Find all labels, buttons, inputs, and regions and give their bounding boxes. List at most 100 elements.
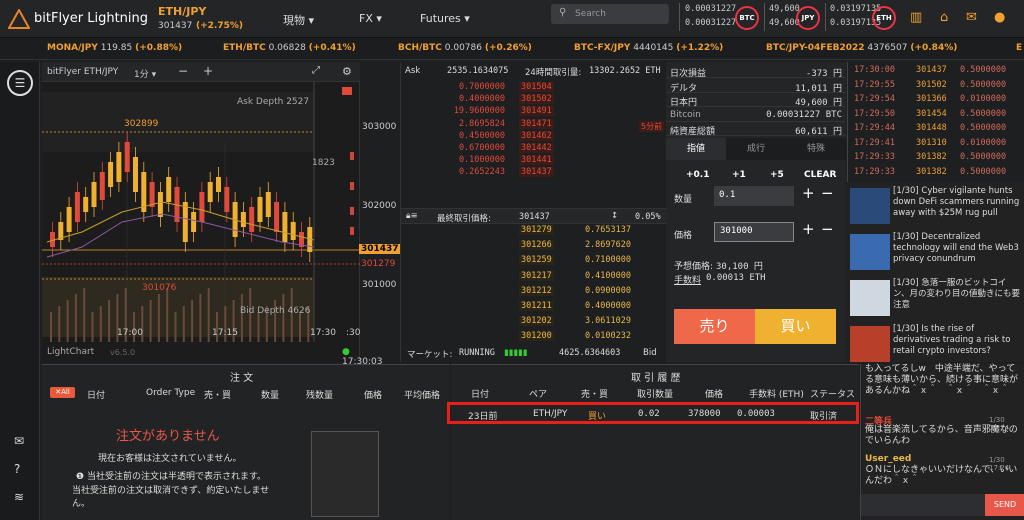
trade-row: 17:29:50 301454 0.5000000 — [854, 108, 1007, 119]
bid-row[interactable]: 301217 0.4100000 — [401, 270, 666, 283]
chart-icon[interactable]: ▥ — [910, 10, 922, 25]
jpy-rate: 49,600 49,600 — [764, 3, 800, 31]
nav-spot[interactable]: 現物 ▾ — [283, 12, 314, 28]
trade-row: 17:29:55 301502 0.5000000 — [854, 79, 1007, 90]
top-bar: bitFlyer Lightning ETH/JPY 301437 (+2.75… — [0, 0, 1024, 38]
mail-icon[interactable]: ✉ — [966, 10, 977, 25]
mail-icon[interactable]: ✉ — [14, 434, 24, 448]
bank-icon[interactable]: ⌂ — [940, 10, 948, 25]
bid-row[interactable]: 301202 3.0611029 — [401, 316, 666, 328]
ask-row[interactable]: 19.9600000 301491 — [401, 106, 666, 118]
volume-bar — [99, 306, 102, 342]
ticker-item[interactable]: BTC-FX/JPY 4440145 (+1.22%) — [574, 43, 723, 53]
price-minus-button[interactable]: − — [821, 220, 834, 238]
news-item[interactable]: [1/30] Cyber vigilante hunts down DeFi s… — [847, 186, 1024, 228]
bid-row[interactable]: 301211 0.4000000 — [401, 301, 666, 313]
btc-rate: 0.00031227 0.00031227 — [679, 3, 736, 31]
ticker-item[interactable]: BTC/JPY-04FEB2022 4376507 (+0.84%) — [766, 43, 957, 53]
ask-row[interactable]: 0.4500000 301462 — [401, 130, 666, 143]
search-input[interactable]: ⚲ Search — [551, 4, 669, 24]
sell-button[interactable]: 売り — [674, 309, 755, 344]
account-row: デルタ 11,011 円 — [666, 79, 846, 94]
qty-plus-button[interactable]: + — [802, 184, 815, 202]
table-row[interactable]: 23日前 ETH/JPY 買い 0.02 378000 0.00003 取引済 — [447, 402, 859, 424]
ask-row[interactable]: 0.4000000 301502 — [401, 94, 666, 106]
interval-select[interactable]: 1分 ▾ — [134, 67, 156, 80]
left-sidebar: ☰ ✉ ? ≋ — [0, 62, 40, 520]
orders-panel: 注 文 ✕All 日付 Order Type 売・買 数量 残数量 価格 平均価… — [42, 364, 450, 520]
lock-icon: 🔒︎≡ — [406, 211, 418, 221]
news-item[interactable]: [1/30] 急落一服のビットコイン、月の変わり目の値動きにも要注意 — [847, 278, 1024, 320]
col-price: 価格 — [364, 391, 383, 401]
bid-row[interactable]: 301266 2.8697620 — [401, 240, 666, 252]
bid-row[interactable]: 301212 0.0900000 — [401, 285, 666, 298]
ask-row[interactable]: 0.1000000 301441 — [401, 155, 666, 167]
col-remaining: 残数量 — [306, 391, 334, 401]
zoom-in-icon[interactable]: + — [203, 64, 213, 78]
col-qty: 数量 — [261, 391, 280, 401]
empty-title: 注文がありません — [116, 429, 220, 444]
tab-limit[interactable]: 指値 — [666, 138, 726, 160]
news-item[interactable]: [1/30] Decentralized technology will end… — [847, 232, 1024, 274]
ticker-item[interactable]: BCH/BTC 0.00786 (+0.26%) — [398, 43, 532, 53]
volume-bar — [182, 306, 185, 342]
tab-market[interactable]: 成行 — [726, 138, 786, 160]
bid-row[interactable]: 301259 0.7100000 — [401, 255, 666, 267]
wifi-icon[interactable]: ≋ — [14, 490, 24, 504]
cancel-note: 当社受注前の注文は取消できず、約定いたしません。 — [72, 486, 270, 509]
news-feed: [1/30] Cyber vigilante hunts down DeFi s… — [847, 182, 1024, 362]
qty-minus-button[interactable]: − — [821, 184, 834, 202]
nav-fx[interactable]: FX ▾ — [359, 12, 382, 25]
inc-1-button[interactable]: +1 — [732, 170, 746, 180]
zoom-out-icon[interactable]: − — [178, 64, 188, 78]
ob-header: Ask 2535.1634075 24時間取引量: 13302.2652 ETH — [405, 66, 661, 78]
buy-button[interactable]: 買い — [755, 309, 836, 344]
bid-row[interactable]: 301279 0.7653137 — [401, 225, 666, 237]
tab-special[interactable]: 特殊 — [786, 138, 846, 160]
all-filter-badge[interactable]: ✕All — [50, 387, 75, 398]
low-label: 301076 — [142, 283, 177, 293]
menu-icon[interactable]: ☰ — [7, 70, 33, 96]
ask-row[interactable]: 0.6700000 301442 — [401, 143, 666, 155]
jpy-badge[interactable]: JPY — [796, 6, 820, 30]
y-tick-302000: 302000 — [362, 201, 397, 211]
ask-depth-label: Ask Depth 2527 — [237, 97, 310, 107]
ask-row[interactable]: 0.2652243 301437 — [401, 167, 666, 179]
chat-input[interactable] — [861, 494, 985, 516]
qty-input[interactable]: 0.1 — [714, 186, 794, 206]
price-input[interactable]: 301000 — [714, 222, 794, 242]
col-fee: 手数料 (ETH) — [749, 390, 804, 400]
fee-label[interactable]: 手数料 — [674, 273, 701, 286]
eth-badge[interactable]: ETH — [872, 6, 896, 30]
gear-icon[interactable]: ⚙ — [342, 65, 352, 78]
news-item[interactable]: [1/30] Is the rise of derivatives tradin… — [847, 324, 1024, 366]
volume-bar — [157, 294, 160, 342]
volume-bar — [66, 300, 69, 342]
price-label: 価格 — [674, 231, 693, 241]
volume-bar — [91, 312, 94, 342]
pair-title[interactable]: ETH/JPY — [158, 5, 206, 18]
user-icon[interactable]: ● — [994, 10, 1005, 25]
inc-0.1-button[interactable]: +0.1 — [686, 170, 709, 180]
expand-icon[interactable]: ⤢ — [312, 65, 320, 76]
ticker-item[interactable]: MONA/JPY 119.85 (+0.88%) — [47, 43, 182, 53]
clear-button[interactable]: CLEAR — [804, 170, 836, 180]
ask-row[interactable]: 2.8695824 301471 — [401, 118, 666, 131]
btc-badge[interactable]: BTC — [735, 6, 759, 30]
ticker-item[interactable]: E — [1016, 43, 1022, 53]
ticker-item[interactable]: ETH/BTC 0.06828 (+0.41%) — [223, 43, 356, 53]
y-tick-303000: 303000 — [362, 122, 397, 132]
trade-row: 17:30:00 301437 0.5000000 — [854, 65, 1007, 75]
volume-bar — [282, 294, 285, 342]
nav-futures[interactable]: Futures ▾ — [420, 12, 470, 25]
version-label: v6.5.0 — [110, 348, 136, 357]
chat-message: も入ってるしw 中途半端だ、やってる意味も薄いから、続ける事に意味があるんかね＾… — [865, 364, 1019, 396]
send-button[interactable]: SEND — [985, 494, 1024, 516]
help-icon[interactable]: ? — [14, 462, 20, 476]
inc-5-button[interactable]: +5 — [770, 170, 784, 180]
account-row: Bitcoin 0.00031227 BTC — [666, 108, 846, 122]
price-plus-button[interactable]: + — [802, 220, 815, 238]
bid-row[interactable]: 301200 0.0100232 — [401, 331, 666, 343]
ask-row[interactable]: 0.7000000 301504 — [401, 82, 666, 94]
candle-chart[interactable] — [42, 82, 360, 342]
